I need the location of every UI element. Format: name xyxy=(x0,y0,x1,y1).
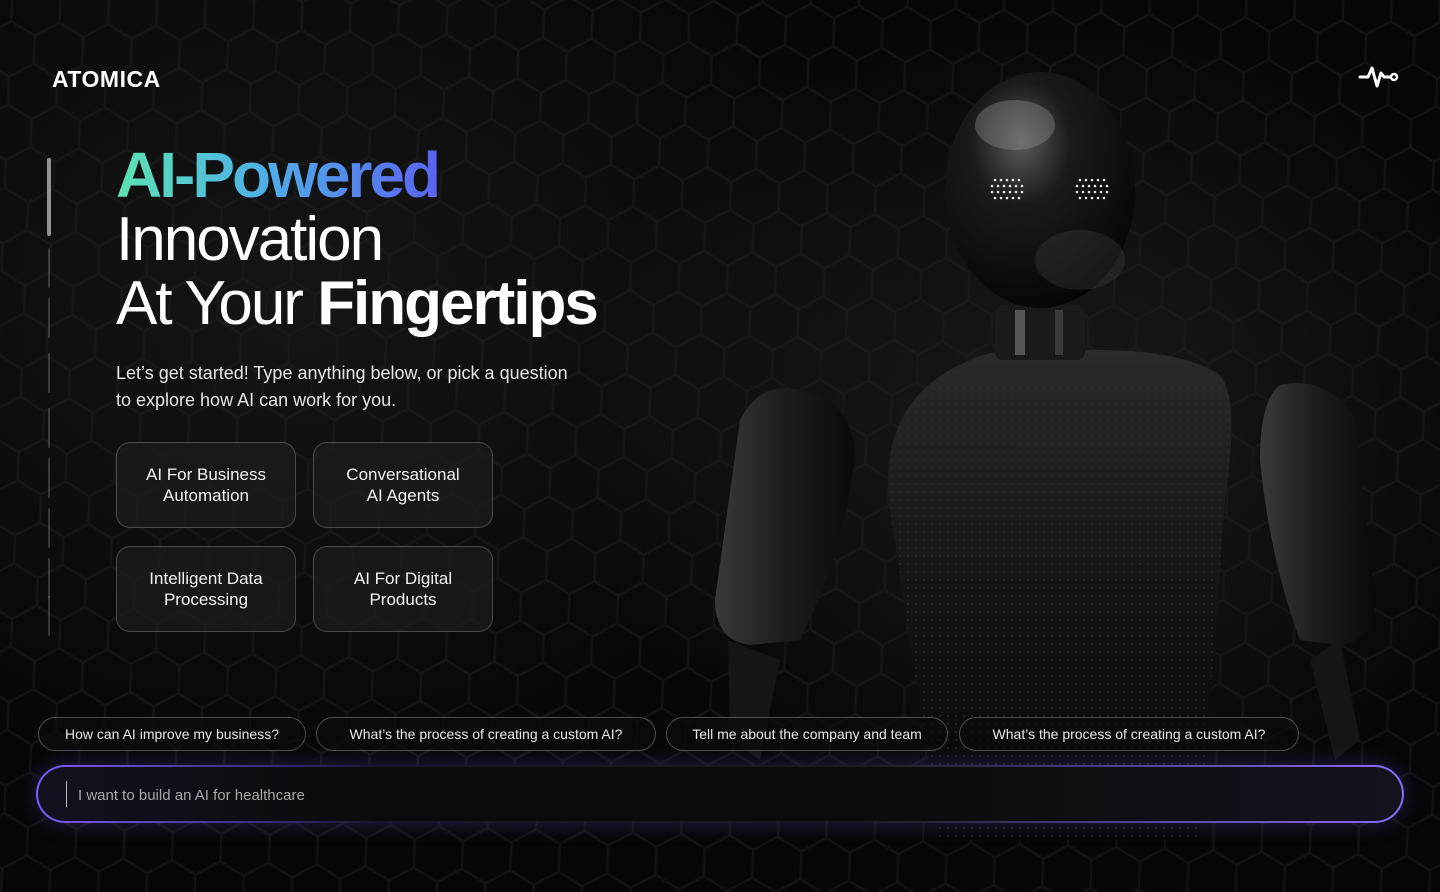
section-scroll-indicator[interactable] xyxy=(47,158,51,636)
suggestion-chip[interactable]: What’s the process of creating a custom … xyxy=(959,717,1299,751)
suggestion-chip[interactable]: What’s the process of creating a custom … xyxy=(316,717,656,751)
scroll-segment[interactable] xyxy=(48,248,50,288)
topic-card-conversational-agents[interactable]: Conversational AI Agents xyxy=(313,442,493,528)
intro-text: Let’s get started! Type anything below, … xyxy=(116,360,616,414)
hero-line-3-regular: At Your xyxy=(116,269,318,338)
scroll-thumb[interactable] xyxy=(47,158,51,236)
text-caret xyxy=(66,781,67,807)
hero-line-3-bold: Fingertips xyxy=(317,269,599,338)
intro-line-1: Let’s get started! Type anything below, … xyxy=(116,363,568,383)
topic-card-data-processing[interactable]: Intelligent Data Processing xyxy=(116,546,296,632)
scroll-segment[interactable] xyxy=(48,408,50,448)
hero-heading: AI-Powered Innovation At Your Fingertips xyxy=(116,139,599,338)
topic-card-label: AI For Digital Products xyxy=(353,569,453,609)
topic-card-business-automation[interactable]: AI For Business Automation xyxy=(116,442,296,528)
hero-line-gradient: AI-Powered xyxy=(116,139,441,211)
intro-line-2: to explore how AI can work for you. xyxy=(116,390,397,410)
topic-card-label: AI For Business Automation xyxy=(146,465,266,505)
scroll-segment[interactable] xyxy=(48,353,50,393)
prompt-bar[interactable] xyxy=(36,765,1404,823)
scroll-segment[interactable] xyxy=(48,508,50,548)
scroll-segment[interactable] xyxy=(48,298,50,338)
hero-line-2: Innovation xyxy=(116,205,384,274)
scroll-segment[interactable] xyxy=(48,596,50,636)
prompt-input[interactable] xyxy=(76,767,1380,823)
pulse-icon[interactable] xyxy=(1358,60,1400,92)
suggestion-chip[interactable]: How can AI improve my business? xyxy=(38,717,306,751)
suggestion-chip[interactable]: Tell me about the company and team xyxy=(666,717,948,751)
brand-logo[interactable]: ATOMICA xyxy=(52,66,161,93)
topic-card-digital-products[interactable]: AI For Digital Products xyxy=(313,546,493,632)
hero-line-3: At Your Fingertips xyxy=(116,269,599,338)
topic-card-label: Conversational AI Agents xyxy=(346,465,460,505)
scroll-segment[interactable] xyxy=(48,458,50,498)
scroll-segment[interactable] xyxy=(48,558,50,598)
topic-card-label: Intelligent Data Processing xyxy=(149,569,263,609)
